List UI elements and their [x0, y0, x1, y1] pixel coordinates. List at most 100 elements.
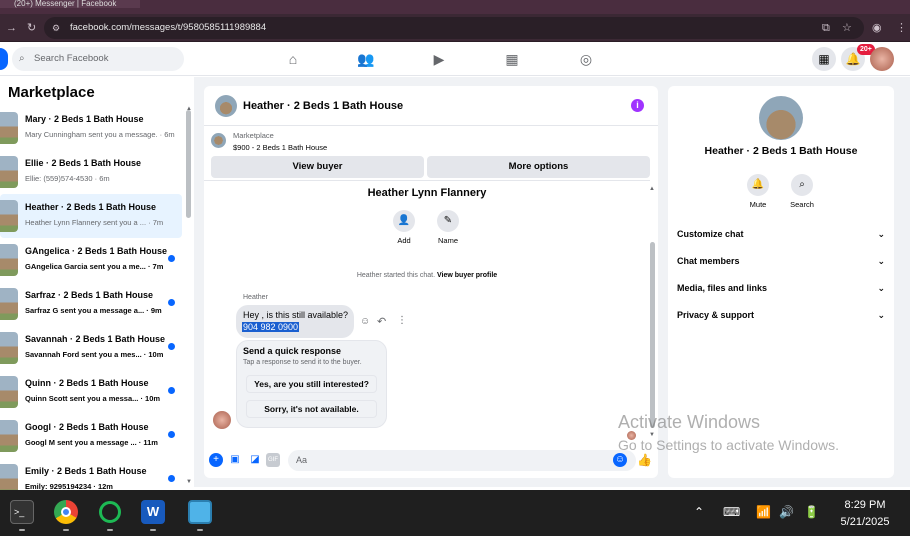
view-buyer-profile-link[interactable]: View buyer profile — [437, 272, 497, 279]
chat-avatar[interactable] — [215, 95, 237, 117]
info-section-row[interactable]: Privacy & support ⌄ — [677, 310, 885, 320]
home-nav-icon[interactable]: ⌂ — [282, 49, 304, 69]
chat-scrollbar[interactable] — [650, 242, 655, 428]
listing-title[interactable]: $900 - 2 Beds 1 Bath House — [233, 143, 327, 152]
terminal-app-icon[interactable]: >_ — [10, 500, 34, 524]
more-options-button[interactable]: More options — [427, 156, 650, 178]
conversation-name: Quinn · 2 Beds 1 Bath House — [25, 378, 149, 388]
search-icon: ⌕ — [19, 53, 25, 64]
info-avatar[interactable] — [759, 96, 803, 140]
info-section-label: Privacy & support — [677, 310, 755, 320]
conversation-preview: Mary Cunningham sent you a message. · 6m — [25, 130, 175, 139]
chevron-down-icon: ⌄ — [877, 229, 885, 239]
chat-title[interactable]: Heather · 2 Beds 1 Bath House — [243, 100, 403, 112]
info-section-row[interactable]: Chat members ⌄ — [677, 256, 885, 266]
wifi-icon[interactable]: 📶 — [756, 505, 771, 519]
account-avatar[interactable] — [870, 47, 894, 71]
info-section-label: Media, files and links — [677, 283, 768, 293]
battery-icon[interactable]: 🔋 — [804, 505, 819, 519]
conversation-item[interactable]: Heather · 2 Beds 1 Bath House Heather Lyn… — [0, 194, 182, 238]
chat-scroll-up-icon[interactable]: ▲ — [649, 186, 655, 192]
marketplace-nav-icon[interactable]: ▦ — [501, 49, 523, 69]
forward-icon[interactable]: → — [6, 17, 17, 39]
photo-icon[interactable]: ▣ — [228, 453, 242, 467]
conversation-preview: Quinn Scott sent you a messa... · 10m — [25, 394, 161, 403]
search-input[interactable]: Search Facebook — [12, 47, 184, 71]
conversation-preview: Savannah Ford sent you a mes... · 10m — [25, 350, 164, 359]
gif-icon[interactable]: GIF — [266, 453, 280, 467]
browser-menu-icon[interactable]: ⋮ — [896, 17, 907, 39]
conversation-item[interactable]: GAngelica · 2 Beds 1 Bath House GAngelica… — [0, 238, 182, 282]
reload-icon[interactable]: ↻ — [27, 17, 36, 39]
conversation-preview: Googl M sent you a message ... · 11m — [25, 438, 158, 447]
sticker-icon[interactable]: ◪ — [248, 453, 262, 467]
conversation-item[interactable]: Savannah · 2 Beds 1 Bath House Savannah F… — [0, 326, 182, 370]
listing-thumbnail — [0, 288, 18, 320]
listing-thumbnail — [0, 420, 18, 452]
buyer-name: Heather Lynn Flannery — [367, 187, 487, 199]
listing-thumbnail[interactable] — [211, 133, 226, 148]
conversation-item[interactable]: Googl · 2 Beds 1 Bath House Googl M sent … — [0, 414, 182, 458]
show-hidden-icons-chevron-icon[interactable]: ⌃ — [694, 505, 704, 519]
quick-response-title: Send a quick response — [243, 346, 342, 356]
taskbar — [0, 490, 910, 536]
unread-dot — [168, 475, 175, 482]
thumbs-up-icon[interactable]: 👍 — [637, 453, 652, 467]
message-phone-highlighted[interactable]: 904 982 0900 — [242, 322, 300, 332]
install-app-icon[interactable]: ⧉ — [822, 17, 830, 39]
conversation-item[interactable]: Mary · 2 Beds 1 Bath House Mary Cunningha… — [0, 106, 182, 150]
conversation-name: Mary · 2 Beds 1 Bath House — [25, 114, 144, 124]
word-app-icon[interactable]: W — [141, 500, 165, 524]
taskbar-clock[interactable]: 8:29 PM 5/21/2025 — [830, 497, 900, 531]
add-person-icon[interactable]: 👤 — [393, 210, 415, 232]
friends-nav-icon[interactable]: 👥 — [355, 49, 377, 69]
plus-icon[interactable]: + — [209, 453, 223, 467]
scroll-down-arrow-icon[interactable]: ▼ — [186, 479, 192, 485]
message-input[interactable]: Aa — [288, 450, 636, 471]
video-nav-icon[interactable]: ▶ — [428, 49, 450, 69]
mute-bell-icon[interactable]: 🔔 — [747, 174, 769, 196]
search-chat-icon[interactable]: ⌕ — [791, 174, 813, 196]
conversation-item[interactable]: Ellie · 2 Beds 1 Bath House Ellie: (559)5… — [0, 150, 182, 194]
clock-date: 5/21/2025 — [840, 516, 890, 528]
profile-icon[interactable]: ◉ — [872, 17, 882, 39]
quick-response-sorry-button[interactable]: Sorry, it's not available. — [246, 400, 377, 418]
quick-response-subtitle: Tap a response to send it to the buyer. — [243, 359, 362, 366]
view-buyer-button[interactable]: View buyer — [211, 156, 424, 178]
edit-name-icon[interactable]: ✎ — [437, 210, 459, 232]
browser-tab[interactable]: (20+) Messenger | Facebook — [0, 0, 140, 8]
bookmark-star-icon[interactable]: ☆ — [842, 17, 852, 39]
menu-grid-icon[interactable]: ▦ — [812, 47, 836, 71]
emoji-icon[interactable]: ☺ — [613, 453, 627, 467]
more-actions-icon[interactable]: ⋮ — [397, 315, 407, 326]
sidebar-scrollbar[interactable] — [186, 110, 191, 218]
conversation-preview: GAngelica Garcia sent you a me... · 7m — [25, 262, 164, 271]
listing-thumbnail — [0, 200, 18, 232]
marketplace-label: Marketplace — [233, 131, 274, 140]
info-section-row[interactable]: Customize chat ⌄ — [677, 229, 885, 239]
volume-icon[interactable]: 🔊 — [779, 505, 794, 519]
search-label: Search — [790, 200, 814, 209]
groups-nav-icon[interactable]: ◎ — [575, 49, 597, 69]
site-settings-icon[interactable]: ⚙ — [52, 17, 60, 39]
scroll-up-arrow-icon[interactable]: ▲ — [186, 106, 192, 112]
sender-avatar[interactable] — [213, 411, 231, 429]
conversation-item[interactable]: Quinn · 2 Beds 1 Bath House Quinn Scott s… — [0, 370, 182, 414]
react-emoji-icon[interactable]: ☺ — [360, 316, 370, 327]
info-section-row[interactable]: Media, files and links ⌄ — [677, 283, 885, 293]
quick-response-yes-button[interactable]: Yes, are you still interested? — [246, 375, 377, 393]
reply-icon[interactable]: ↶ — [377, 315, 386, 328]
address-bar[interactable]: facebook.com/messages/t/9580585111989884 — [44, 17, 864, 39]
spotify-app-icon[interactable] — [99, 501, 121, 523]
conversation-item[interactable]: Sarfraz · 2 Beds 1 Bath House Sarfraz G s… — [0, 282, 182, 326]
listing-thumbnail — [0, 244, 18, 276]
keyboard-icon[interactable]: ⌨ — [723, 505, 740, 519]
notepad-app-icon[interactable] — [188, 500, 212, 524]
conversation-name: GAngelica · 2 Beds 1 Bath House — [25, 246, 168, 256]
message-text: Hey , is this still available? — [243, 310, 349, 320]
info-icon[interactable]: i — [631, 99, 644, 112]
unread-dot — [168, 255, 175, 262]
sender-name: Heather — [243, 294, 268, 301]
conversation-name: Ellie · 2 Beds 1 Bath House — [25, 158, 142, 168]
info-section-label: Chat members — [677, 256, 740, 266]
